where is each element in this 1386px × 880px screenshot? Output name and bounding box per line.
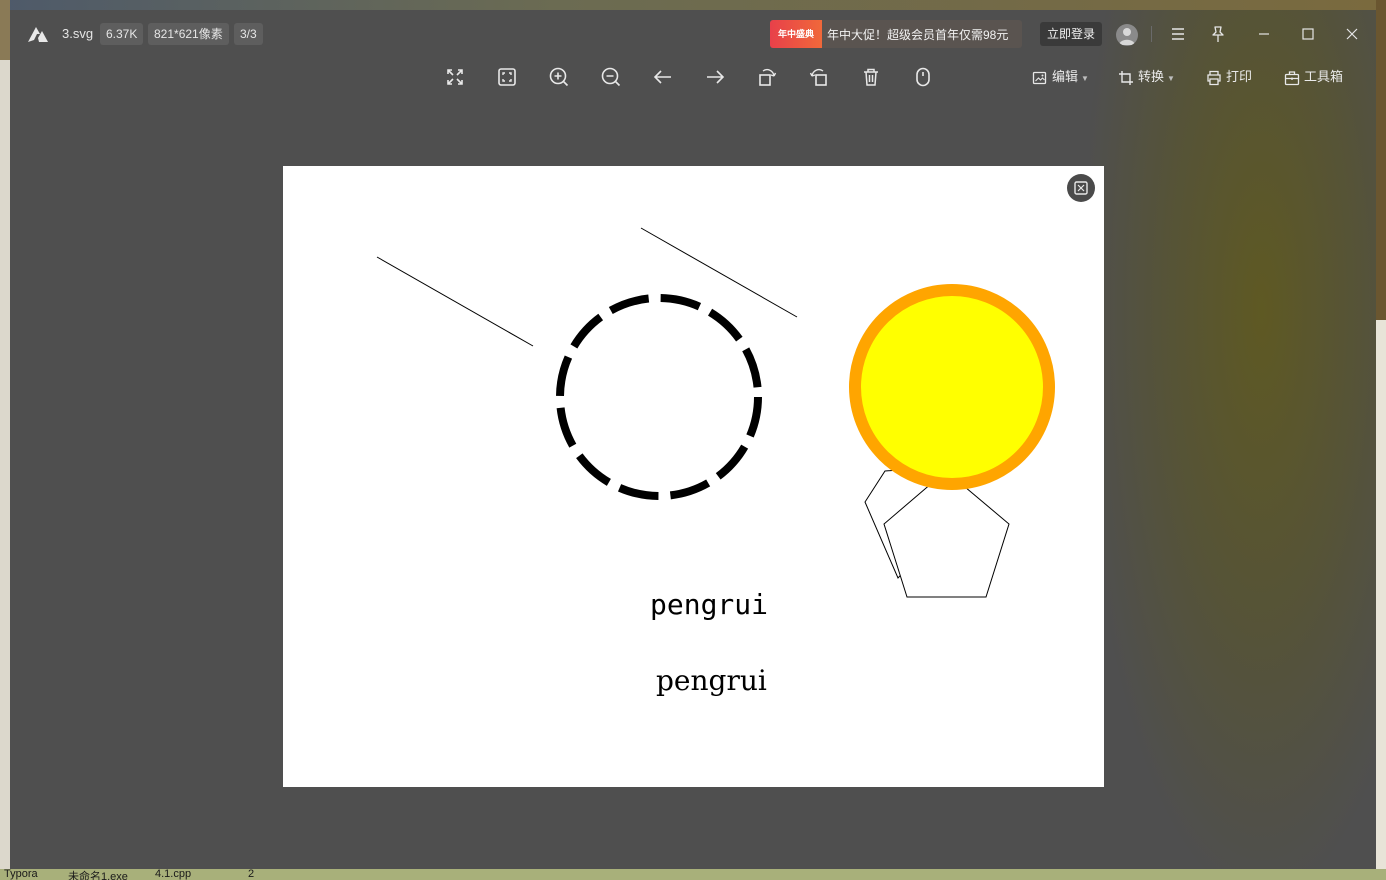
- pin-icon[interactable]: [1206, 22, 1230, 46]
- crop-icon: [1119, 70, 1133, 85]
- chevron-down-icon: ▼: [1167, 74, 1175, 83]
- titlebar-separator: [1151, 26, 1152, 42]
- rotate-right-icon: [809, 68, 827, 86]
- actual-size-button[interactable]: [494, 64, 520, 90]
- taskbar-item[interactable]: Typora: [4, 869, 38, 880]
- chevron-down-icon: ▼: [1081, 74, 1089, 83]
- diagonal-line-right: [640, 227, 798, 318]
- mouse-icon: [916, 67, 930, 87]
- toolbox-icon: [1284, 70, 1300, 85]
- mouse-mode-button[interactable]: [910, 64, 936, 90]
- login-button[interactable]: 立即登录: [1040, 22, 1102, 46]
- image-viewer-window: 3.svg 6.37K 821*621像素 3/3 年中盛典 年中大促！超级会员…: [10, 10, 1376, 869]
- diagonal-line-left: [376, 256, 534, 347]
- taskbar-item[interactable]: 2: [248, 869, 254, 880]
- user-avatar-icon[interactable]: [1116, 24, 1138, 46]
- pentagon-front: [883, 470, 1010, 598]
- desktop-right-strip-top: [1376, 0, 1386, 320]
- image-edit-icon: [1032, 71, 1047, 84]
- edit-menu[interactable]: 编辑 ▼: [1032, 65, 1089, 89]
- toolbox-button[interactable]: 工具箱: [1284, 65, 1343, 89]
- fullscreen-button[interactable]: [442, 64, 468, 90]
- print-button-label: 打印: [1226, 69, 1253, 84]
- toolbar: 编辑 ▼ 转换 ▼ 打印 工具箱: [10, 62, 1376, 92]
- desktop-left-strip-top: [0, 0, 10, 60]
- taskbar: Typora 未命名1.exe 4.1.cpp 2: [0, 869, 1386, 880]
- image-index-badge: 3/3: [234, 23, 263, 45]
- window-background-glow: [1090, 10, 1376, 869]
- rotate-right-button[interactable]: [806, 64, 832, 90]
- zoom-in-icon: [549, 67, 569, 87]
- fullscreen-icon: [447, 69, 463, 85]
- delete-button[interactable]: [858, 64, 884, 90]
- titlebar: 3.svg 6.37K 821*621像素 3/3 年中盛典 年中大促！超级会员…: [10, 10, 1376, 58]
- taskbar-item[interactable]: 未命名1.exe: [68, 869, 128, 880]
- arrow-right-icon: [707, 70, 725, 84]
- edit-menu-label: 编辑: [1052, 69, 1079, 84]
- desktop-left-strip: [0, 0, 10, 880]
- rotate-left-icon: [759, 68, 777, 86]
- trash-icon: [864, 68, 878, 86]
- print-button[interactable]: 打印: [1206, 65, 1252, 89]
- promo-badge: 年中盛典: [770, 20, 822, 48]
- next-image-button[interactable]: [702, 64, 728, 90]
- promo-text: 年中大促！超级会员首年仅需98元: [827, 28, 1009, 42]
- zoom-in-button[interactable]: [546, 64, 572, 90]
- zoom-out-button[interactable]: [598, 64, 624, 90]
- arrow-left-icon: [653, 70, 671, 84]
- printer-icon: [1207, 70, 1221, 85]
- fit-screen-icon: [1074, 181, 1088, 195]
- close-icon[interactable]: [1340, 22, 1364, 46]
- minimize-icon[interactable]: [1252, 22, 1276, 46]
- yellow-circle: [849, 284, 1055, 490]
- hamburger-menu-icon[interactable]: [1166, 22, 1190, 46]
- serif-text: pengrui: [656, 664, 767, 697]
- actual-size-icon: [498, 68, 516, 86]
- image-canvas[interactable]: pengrui pengrui: [283, 166, 1104, 787]
- promo-banner[interactable]: 年中盛典 年中大促！超级会员首年仅需98元: [770, 20, 1022, 48]
- image-dimensions-badge: 821*621像素: [148, 23, 229, 45]
- file-size-badge: 6.37K: [100, 23, 144, 45]
- maximize-icon[interactable]: [1296, 22, 1320, 46]
- monospace-text: pengrui: [650, 588, 769, 621]
- taskbar-item[interactable]: 4.1.cpp: [155, 869, 191, 880]
- toolbox-button-label: 工具箱: [1304, 69, 1344, 84]
- convert-menu[interactable]: 转换 ▼: [1118, 65, 1175, 89]
- rotate-left-button[interactable]: [754, 64, 780, 90]
- fit-to-window-button[interactable]: [1067, 174, 1095, 202]
- dashed-circle: [556, 294, 762, 500]
- file-name: 3.svg: [62, 26, 94, 41]
- convert-menu-label: 转换: [1138, 69, 1165, 84]
- previous-image-button[interactable]: [650, 64, 676, 90]
- app-logo-icon: [28, 27, 48, 42]
- zoom-out-icon: [601, 67, 621, 87]
